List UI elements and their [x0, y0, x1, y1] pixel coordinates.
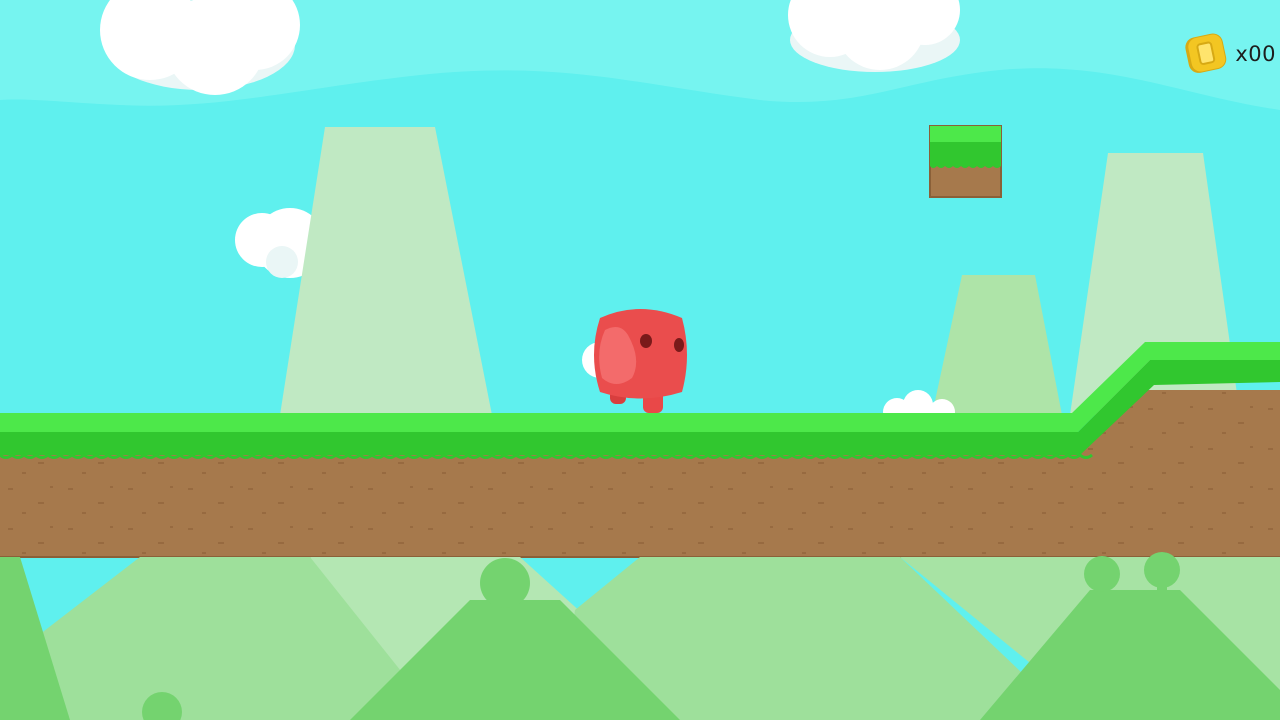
cloud-top-center	[788, 0, 960, 72]
coin-counter: x00	[1183, 30, 1276, 78]
floating-grass-block	[929, 125, 1002, 198]
coin-icon	[1185, 33, 1227, 73]
foreground-hills	[0, 552, 1280, 720]
coin-count-label: x00	[1235, 42, 1276, 66]
game-scene[interactable]	[0, 0, 1280, 720]
